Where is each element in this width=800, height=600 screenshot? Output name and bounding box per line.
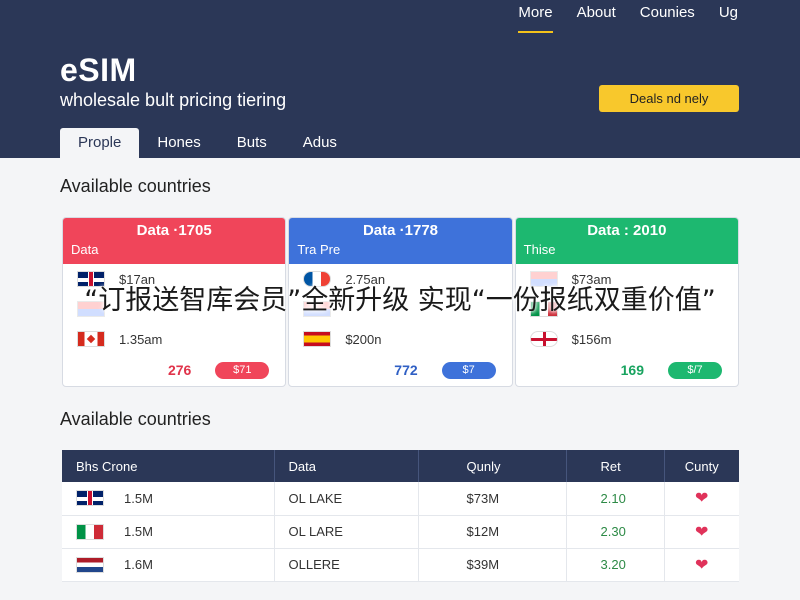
- overlay-caption: “订报送智库会员”全新升级 实现“一份报纸双重价值”: [84, 285, 716, 316]
- card-price-pill[interactable]: $71: [215, 361, 270, 379]
- column-header[interactable]: Ret: [566, 450, 665, 482]
- england-flag-icon: [529, 331, 558, 347]
- heart-icon[interactable]: ❤: [695, 490, 708, 507]
- page-subtitle: wholesale bult pricing tiering: [60, 90, 287, 110]
- tab-bar: Prople Hones Buts Adus: [60, 128, 355, 158]
- card-row: 1.35am: [63, 324, 285, 354]
- countries-table: Bhs Crone Data Qunly Ret Cunty 1.5M OL L…: [62, 450, 739, 582]
- top-nav: More About Counies Ug: [506, 5, 750, 33]
- section-title-cards: Available countries: [60, 176, 211, 196]
- card-header: Data ·1705 Data: [63, 218, 286, 264]
- card-title: Data ·1705: [136, 222, 212, 239]
- data-value: OL LARE: [274, 515, 419, 549]
- card-footer: 276 $71: [63, 360, 285, 380]
- brand-logo: eSIM: [60, 52, 137, 88]
- nav-link-more[interactable]: More: [506, 5, 564, 33]
- table-row[interactable]: 1.5M OL LARE $12M 2.30 ❤: [62, 515, 739, 549]
- column-header[interactable]: Data: [274, 450, 419, 482]
- country-value: 1.5M: [124, 490, 153, 506]
- card-header: Data ·1778 Tra Pre: [289, 218, 512, 264]
- card-price-pill[interactable]: $7: [441, 361, 496, 379]
- netherlands-flag-icon: [76, 556, 104, 573]
- table-row[interactable]: 1.5M OL LAKE $73M 2.10 ❤: [62, 482, 739, 516]
- quantity-value: $39M: [418, 548, 567, 582]
- header-bar: More About Counies Ug eSIM wholesale bul…: [0, 0, 800, 158]
- heart-icon[interactable]: ❤: [695, 557, 708, 574]
- uk-flag-icon: [76, 490, 104, 507]
- card-price-pill[interactable]: $/7: [667, 361, 722, 379]
- card-count: 772: [394, 362, 418, 378]
- column-header[interactable]: Bhs Crone: [62, 450, 275, 482]
- card-count: 169: [620, 362, 644, 378]
- card-header: Data : 2010 Thise: [515, 218, 738, 264]
- data-value: OLLERE: [274, 548, 419, 582]
- data-value: OL LAKE: [274, 482, 419, 516]
- heart-icon[interactable]: ❤: [695, 524, 708, 541]
- card-subtitle: Data: [71, 242, 99, 257]
- card-row-text: $200n: [345, 331, 382, 347]
- spain-flag-icon: [303, 331, 332, 347]
- card-row: $200n: [289, 324, 511, 354]
- canada-flag-icon: [77, 331, 105, 347]
- card-subtitle: Tra Pre: [297, 242, 341, 257]
- card-count: 276: [167, 362, 192, 378]
- deals-button[interactable]: Deals nd nely: [599, 85, 739, 112]
- nav-link-login[interactable]: Ug: [707, 5, 750, 31]
- tab-buts[interactable]: Buts: [219, 128, 285, 158]
- table-row[interactable]: 1.6M OLLERE $39M 3.20 ❤: [62, 548, 739, 582]
- tab-hones[interactable]: Hones: [139, 128, 218, 158]
- card-title: Data ·1778: [362, 222, 439, 239]
- tab-people[interactable]: Prople: [60, 128, 140, 158]
- country-value: 1.5M: [124, 524, 153, 539]
- rate-value: 3.20: [566, 548, 665, 582]
- quantity-value: $12M: [418, 515, 567, 549]
- column-header[interactable]: Cunty: [664, 450, 739, 482]
- column-header[interactable]: Qunly: [418, 450, 567, 482]
- section-title-table: Available countries: [60, 409, 211, 429]
- nav-link-about[interactable]: About: [565, 5, 628, 31]
- card-footer: 169 $/7: [516, 360, 738, 380]
- country-value: 1.6M: [124, 557, 153, 572]
- card-row-text: 1.35am: [119, 331, 163, 347]
- card-row-text: $156m: [571, 331, 612, 347]
- tab-adus[interactable]: Adus: [285, 128, 355, 158]
- quantity-value: $73M: [418, 482, 567, 516]
- italy-flag-icon: [76, 523, 104, 540]
- rate-value: 2.30: [566, 515, 665, 549]
- rate-value: 2.10: [566, 482, 665, 516]
- card-subtitle: Thise: [523, 242, 556, 257]
- card-title: Data : 2010: [587, 222, 667, 239]
- table-header-row: Bhs Crone Data Qunly Ret Cunty: [62, 450, 739, 482]
- card-footer: 772 $7: [289, 360, 511, 380]
- card-row: $156m: [516, 324, 738, 354]
- nav-link-countries[interactable]: Counies: [628, 5, 707, 31]
